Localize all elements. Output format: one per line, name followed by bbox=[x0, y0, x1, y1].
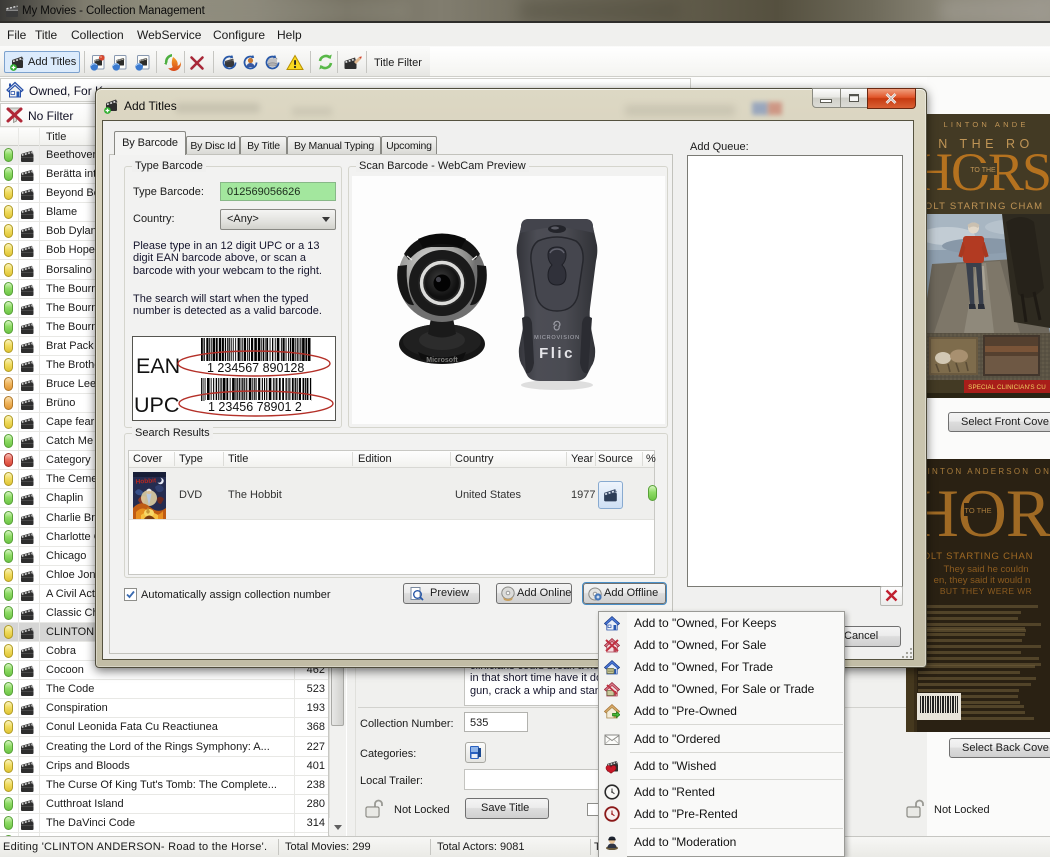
svg-text:MICROVISION: MICROVISION bbox=[534, 335, 580, 341]
svg-text:OLT STARTING CHAM: OLT STARTING CHAM bbox=[925, 201, 1043, 212]
svg-text:UPC: UPC bbox=[134, 393, 179, 417]
svg-text:1 234567 890128: 1 234567 890128 bbox=[207, 361, 304, 375]
svg-text:TO THE: TO THE bbox=[964, 506, 991, 515]
svg-text:They said he couldn: They said he couldn bbox=[943, 564, 1028, 575]
svg-text:SPECIAL CLINICIAN'S CU: SPECIAL CLINICIAN'S CU bbox=[968, 384, 1046, 391]
svg-text:LINTON ANDE: LINTON ANDE bbox=[943, 120, 1028, 129]
svg-text:Flic: Flic bbox=[539, 345, 575, 362]
svg-text:Hobbit: Hobbit bbox=[135, 477, 157, 485]
svg-text:1 23456 78901 2: 1 23456 78901 2 bbox=[208, 400, 302, 414]
svg-text:BUT THEY WERE WR: BUT THEY WERE WR bbox=[940, 586, 1032, 596]
svg-text:OLT STARTING CHAN: OLT STARTING CHAN bbox=[923, 551, 1034, 562]
svg-text:TO THE: TO THE bbox=[970, 167, 996, 174]
svg-text:en, they said it would n: en, they said it would n bbox=[934, 575, 1031, 586]
svg-text:EAN: EAN bbox=[136, 354, 180, 378]
svg-text:Microsoft: Microsoft bbox=[426, 357, 458, 364]
